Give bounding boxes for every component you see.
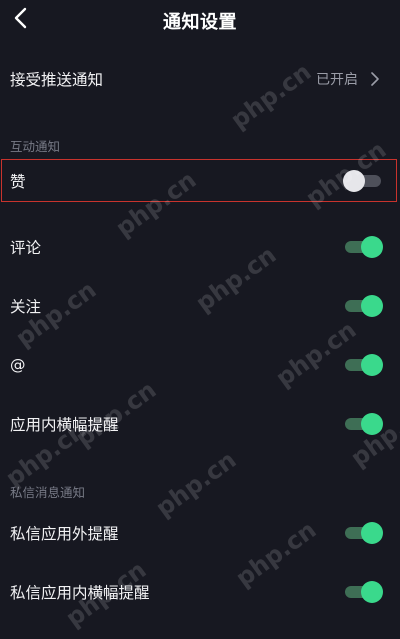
follow-toggle[interactable] [343,294,383,318]
push-notification-label: 接受推送通知 [10,71,104,89]
dm-outside-app-toggle[interactable] [343,521,383,545]
toggle-knob [361,236,383,258]
dm-in-app-banner-row: 私信应用内横幅提醒 [0,567,400,617]
chevron-right-icon [371,72,379,86]
comment-label: 评论 [10,239,42,257]
dm-in-app-banner-label: 私信应用内横幅提醒 [10,584,150,602]
toggle-knob [361,295,383,317]
section-interaction-label: 互动通知 [10,139,61,154]
mention-label: @ [10,356,26,374]
toggle-knob [361,581,383,603]
like-row: 赞 [0,161,400,201]
follow-row: 关注 [0,281,400,331]
dm-in-app-banner-toggle[interactable] [343,580,383,604]
section-private-message-label: 私信消息通知 [10,485,86,500]
in-app-banner-label: 应用内横幅提醒 [10,416,119,434]
comment-row: 评论 [0,222,400,272]
mention-row: @ [0,340,400,390]
toggle-knob [361,413,383,435]
dm-outside-app-row: 私信应用外提醒 [0,508,400,558]
toggle-knob [361,354,383,376]
push-status-value: 已开启 [316,72,358,88]
header-bar: 通知设置 [0,0,400,44]
comment-toggle[interactable] [343,235,383,259]
like-label: 赞 [10,173,26,191]
mention-toggle[interactable] [343,353,383,377]
toggle-knob [361,522,383,544]
dm-outside-app-label: 私信应用外提醒 [10,525,119,543]
toggle-knob [343,170,365,192]
follow-label: 关注 [10,298,42,316]
push-notification-row[interactable]: 接受推送通知 已开启 [0,54,400,104]
like-toggle[interactable] [343,169,383,193]
page-title: 通知设置 [163,12,237,33]
in-app-banner-toggle[interactable] [343,412,383,436]
in-app-banner-row: 应用内横幅提醒 [0,399,400,449]
